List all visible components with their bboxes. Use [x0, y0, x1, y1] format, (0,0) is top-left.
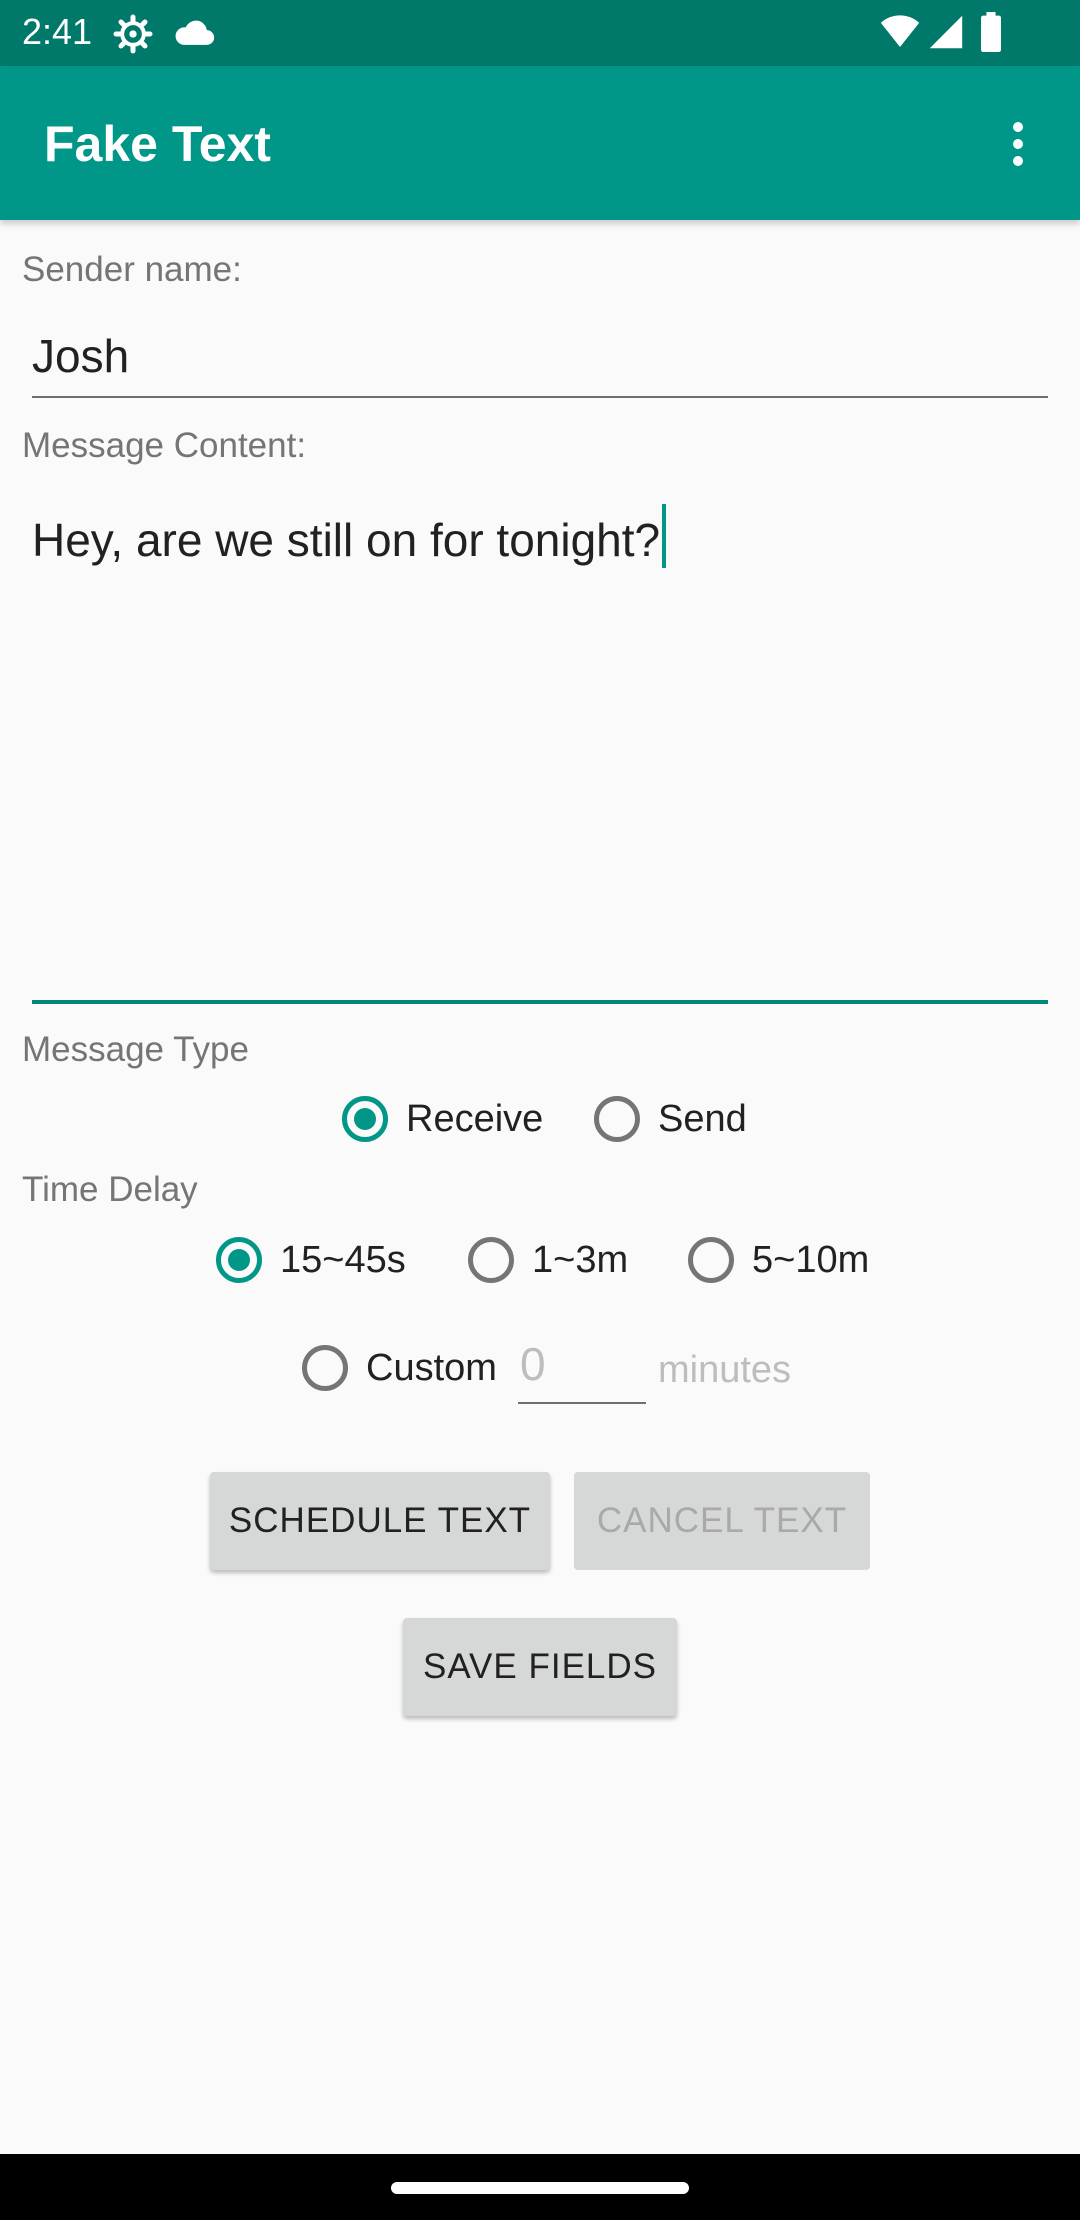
- minutes-label: minutes: [658, 1349, 792, 1391]
- home-handle[interactable]: [391, 2182, 689, 2194]
- radio-unchecked-icon: [468, 1237, 514, 1283]
- radio-custom[interactable]: Custom: [302, 1338, 497, 1398]
- message-type-label: Message Type: [22, 1030, 249, 1069]
- app-bar: Fake Text: [0, 66, 1080, 220]
- sender-name-label: Sender name:: [22, 250, 242, 289]
- sender-name-input[interactable]: Josh: [32, 328, 1048, 398]
- cloud-icon: [175, 20, 215, 45]
- message-content-input[interactable]: Hey, are we still on for tonight?: [32, 490, 1048, 1004]
- app-title: Fake Text: [44, 116, 271, 172]
- cancel-text-button[interactable]: CANCEL TEXT: [574, 1472, 870, 1570]
- radio-unchecked-icon: [688, 1237, 734, 1283]
- message-content-label: Message Content:: [22, 426, 307, 465]
- radio-15-45s-label: 15~45s: [280, 1238, 406, 1281]
- radio-5-10m-label: 5~10m: [752, 1238, 870, 1281]
- schedule-text-button[interactable]: SCHEDULE TEXT: [210, 1472, 550, 1570]
- radio-custom-label: Custom: [366, 1346, 497, 1389]
- navigation-bar: [0, 2154, 1080, 2220]
- status-bar: 2:41: [0, 0, 1080, 66]
- radio-checked-icon: [216, 1237, 262, 1283]
- radio-receive[interactable]: Receive: [342, 1089, 543, 1149]
- time-delay-label: Time Delay: [22, 1170, 198, 1209]
- signal-icon: [929, 15, 963, 49]
- radio-checked-icon: [342, 1096, 388, 1142]
- radio-1-3m-label: 1~3m: [532, 1238, 629, 1281]
- wifi-icon: [880, 15, 920, 47]
- save-fields-button[interactable]: SAVE FIELDS: [403, 1618, 677, 1716]
- battery-icon: [981, 12, 1001, 52]
- radio-unchecked-icon: [594, 1096, 640, 1142]
- radio-15-45s[interactable]: 15~45s: [216, 1230, 406, 1290]
- status-time: 2:41: [22, 11, 93, 52]
- text-caret: [662, 504, 667, 568]
- message-content-text: Hey, are we still on for tonight?: [32, 514, 661, 566]
- radio-unchecked-icon: [302, 1345, 348, 1391]
- radio-receive-label: Receive: [406, 1097, 544, 1140]
- radio-send-label: Send: [658, 1097, 747, 1140]
- radio-1-3m[interactable]: 1~3m: [468, 1230, 628, 1290]
- radio-send[interactable]: Send: [594, 1089, 747, 1149]
- radio-5-10m[interactable]: 5~10m: [688, 1230, 869, 1290]
- more-vert-icon[interactable]: [990, 116, 1046, 172]
- custom-minutes-input[interactable]: 0: [518, 1336, 646, 1404]
- settings-icon: [113, 14, 153, 54]
